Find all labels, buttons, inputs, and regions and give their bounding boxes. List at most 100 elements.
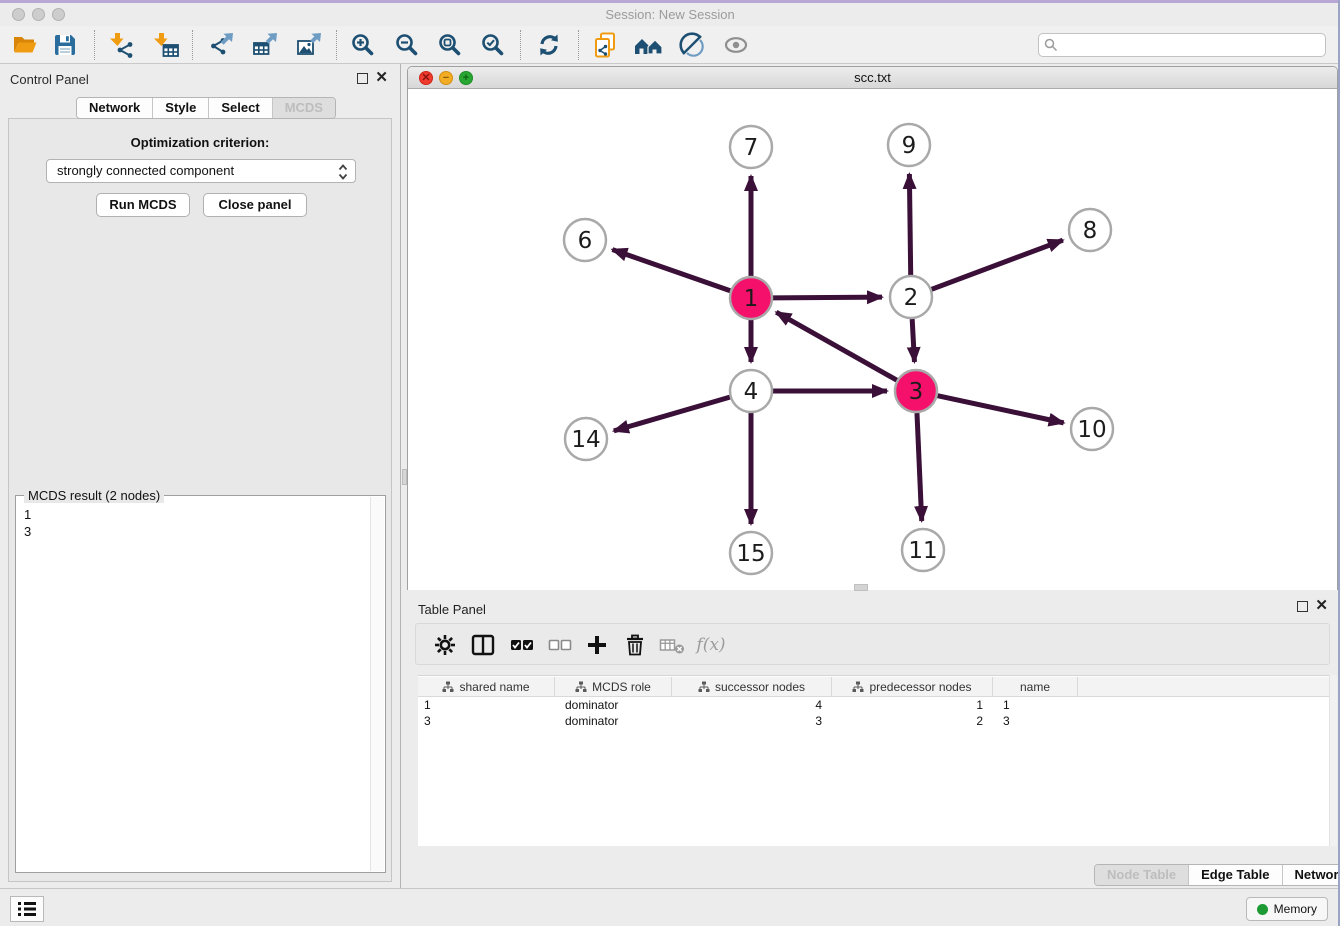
column-header-shared-name[interactable]: shared name bbox=[418, 677, 555, 696]
column-header-predecessor-nodes[interactable]: predecessor nodes bbox=[832, 677, 993, 696]
optimization-criterion-label: Optimization criterion: bbox=[9, 135, 391, 150]
table-cell[interactable]: 1 bbox=[832, 697, 993, 713]
tab-network-table[interactable]: Network Table bbox=[1283, 865, 1340, 885]
table-cell[interactable]: 3 bbox=[418, 713, 555, 729]
float-panel-icon[interactable] bbox=[357, 73, 368, 84]
table-cell[interactable]: 1 bbox=[993, 697, 1078, 713]
zoom-selected-button[interactable] bbox=[474, 29, 512, 61]
zoom-out-button[interactable] bbox=[388, 29, 426, 61]
panel-splitter[interactable] bbox=[400, 64, 407, 888]
clone-network-icon bbox=[592, 32, 618, 58]
control-panel-header: Control Panel ✕ bbox=[0, 64, 400, 94]
delete-table-button[interactable] bbox=[655, 629, 689, 661]
network-home-button[interactable] bbox=[630, 29, 668, 61]
table-cell[interactable]: 3 bbox=[672, 713, 832, 729]
graph-node-label: 4 bbox=[744, 379, 759, 405]
maximize-window-button[interactable] bbox=[52, 8, 65, 21]
zoom-fit-button[interactable] bbox=[431, 29, 469, 61]
zoom-in-button[interactable] bbox=[344, 29, 382, 61]
export-image-button[interactable] bbox=[290, 29, 328, 61]
delete-column-button[interactable] bbox=[618, 629, 652, 661]
mcds-panel: Optimization criterion: strongly connect… bbox=[8, 118, 392, 882]
zoom-fit-icon bbox=[437, 32, 463, 58]
table-scrollbar[interactable] bbox=[1329, 675, 1337, 846]
tab-edge-table[interactable]: Edge Table bbox=[1189, 865, 1282, 885]
export-table-button[interactable] bbox=[246, 29, 284, 61]
toolbar-separator bbox=[192, 30, 193, 60]
select-all-button[interactable] bbox=[505, 629, 539, 661]
minimize-window-button[interactable] bbox=[32, 8, 45, 21]
export-network-button[interactable] bbox=[202, 29, 240, 61]
close-panel-button[interactable]: Close panel bbox=[203, 193, 307, 217]
table-row[interactable]: 1dominator411 bbox=[418, 697, 1331, 713]
graph-edge-3-1[interactable] bbox=[776, 312, 897, 380]
graph-node-label: 2 bbox=[904, 285, 919, 311]
refresh-icon bbox=[536, 32, 562, 58]
toolbar-separator bbox=[578, 30, 579, 60]
table-row[interactable]: 3dominator323 bbox=[418, 713, 1331, 729]
network-window-titlebar[interactable]: ✕ − + scc.txt bbox=[408, 67, 1337, 89]
import-table-button[interactable] bbox=[148, 29, 186, 61]
graph-edge-3-10[interactable] bbox=[938, 396, 1064, 423]
add-column-button[interactable] bbox=[580, 629, 614, 661]
column-header-label: MCDS role bbox=[592, 680, 651, 694]
open-file-button[interactable] bbox=[6, 29, 44, 61]
graph-edge-1-6[interactable] bbox=[612, 250, 730, 291]
toggle-birdseye-button[interactable] bbox=[717, 29, 755, 61]
network-minimize-button[interactable]: − bbox=[439, 71, 453, 85]
tab-mcds[interactable]: MCDS bbox=[273, 98, 335, 118]
import-network-button[interactable] bbox=[104, 29, 142, 61]
tab-style[interactable]: Style bbox=[153, 98, 209, 118]
horizontal-splitter-grip[interactable] bbox=[854, 584, 868, 591]
close-window-button[interactable] bbox=[12, 8, 25, 21]
search-input[interactable] bbox=[1038, 33, 1326, 57]
tab-network[interactable]: Network bbox=[77, 98, 153, 118]
column-header-successor-nodes[interactable]: successor nodes bbox=[672, 677, 832, 696]
network-maximize-button[interactable]: + bbox=[459, 71, 473, 85]
table-cell[interactable]: dominator bbox=[555, 713, 672, 729]
close-table-panel-icon[interactable]: ✕ bbox=[1315, 597, 1328, 615]
tab-node-table[interactable]: Node Table bbox=[1095, 865, 1189, 885]
main-toolbar bbox=[0, 26, 1340, 64]
table-cell[interactable]: 4 bbox=[672, 697, 832, 713]
log-console-button[interactable] bbox=[10, 896, 44, 922]
network-close-button[interactable]: ✕ bbox=[419, 71, 433, 85]
graph-edge-2-3[interactable] bbox=[912, 319, 914, 362]
run-mcds-button[interactable]: Run MCDS bbox=[96, 193, 190, 217]
column-settings-button[interactable] bbox=[428, 629, 462, 661]
result-scrollbar[interactable] bbox=[370, 497, 384, 871]
plus-icon bbox=[586, 634, 608, 656]
column-header-MCDS-role[interactable]: MCDS role bbox=[555, 677, 672, 696]
column-header-name[interactable]: name bbox=[993, 677, 1078, 696]
deselect-all-button[interactable] bbox=[543, 629, 577, 661]
mcds-result-text[interactable]: 13 bbox=[16, 504, 368, 868]
table-cell[interactable]: 2 bbox=[832, 713, 993, 729]
tab-select[interactable]: Select bbox=[209, 98, 272, 118]
column-header-label: shared name bbox=[459, 680, 529, 694]
graph-edge-2-9[interactable] bbox=[909, 174, 910, 275]
toggle-style-button[interactable] bbox=[673, 29, 711, 61]
save-session-button[interactable] bbox=[46, 29, 84, 61]
save-icon bbox=[52, 32, 78, 58]
graph-edge-3-11[interactable] bbox=[917, 413, 922, 521]
close-panel-icon[interactable]: ✕ bbox=[375, 69, 388, 87]
criterion-select[interactable]: strongly connected component bbox=[46, 159, 356, 183]
export-table-icon bbox=[252, 32, 278, 58]
graph-edge-1-2[interactable] bbox=[773, 297, 882, 298]
memory-button[interactable]: Memory bbox=[1246, 897, 1328, 921]
graph-node-label: 9 bbox=[902, 133, 917, 159]
split-table-button[interactable] bbox=[466, 629, 500, 661]
network-canvas[interactable]: 1234678910111415 bbox=[408, 89, 1337, 590]
graph-edge-2-8[interactable] bbox=[932, 240, 1063, 289]
zoom-in-icon bbox=[350, 32, 376, 58]
float-table-panel-icon[interactable] bbox=[1297, 601, 1308, 612]
toolbar-separator bbox=[94, 30, 95, 60]
table-cell[interactable]: 1 bbox=[418, 697, 555, 713]
function-builder-button[interactable]: f(x) bbox=[694, 629, 728, 661]
table-cell[interactable]: 3 bbox=[993, 713, 1078, 729]
clone-network-button[interactable] bbox=[586, 29, 624, 61]
refresh-layout-button[interactable] bbox=[530, 29, 568, 61]
graph-edge-4-14[interactable] bbox=[614, 397, 730, 431]
split-columns-icon bbox=[471, 634, 495, 656]
table-cell[interactable]: dominator bbox=[555, 697, 672, 713]
